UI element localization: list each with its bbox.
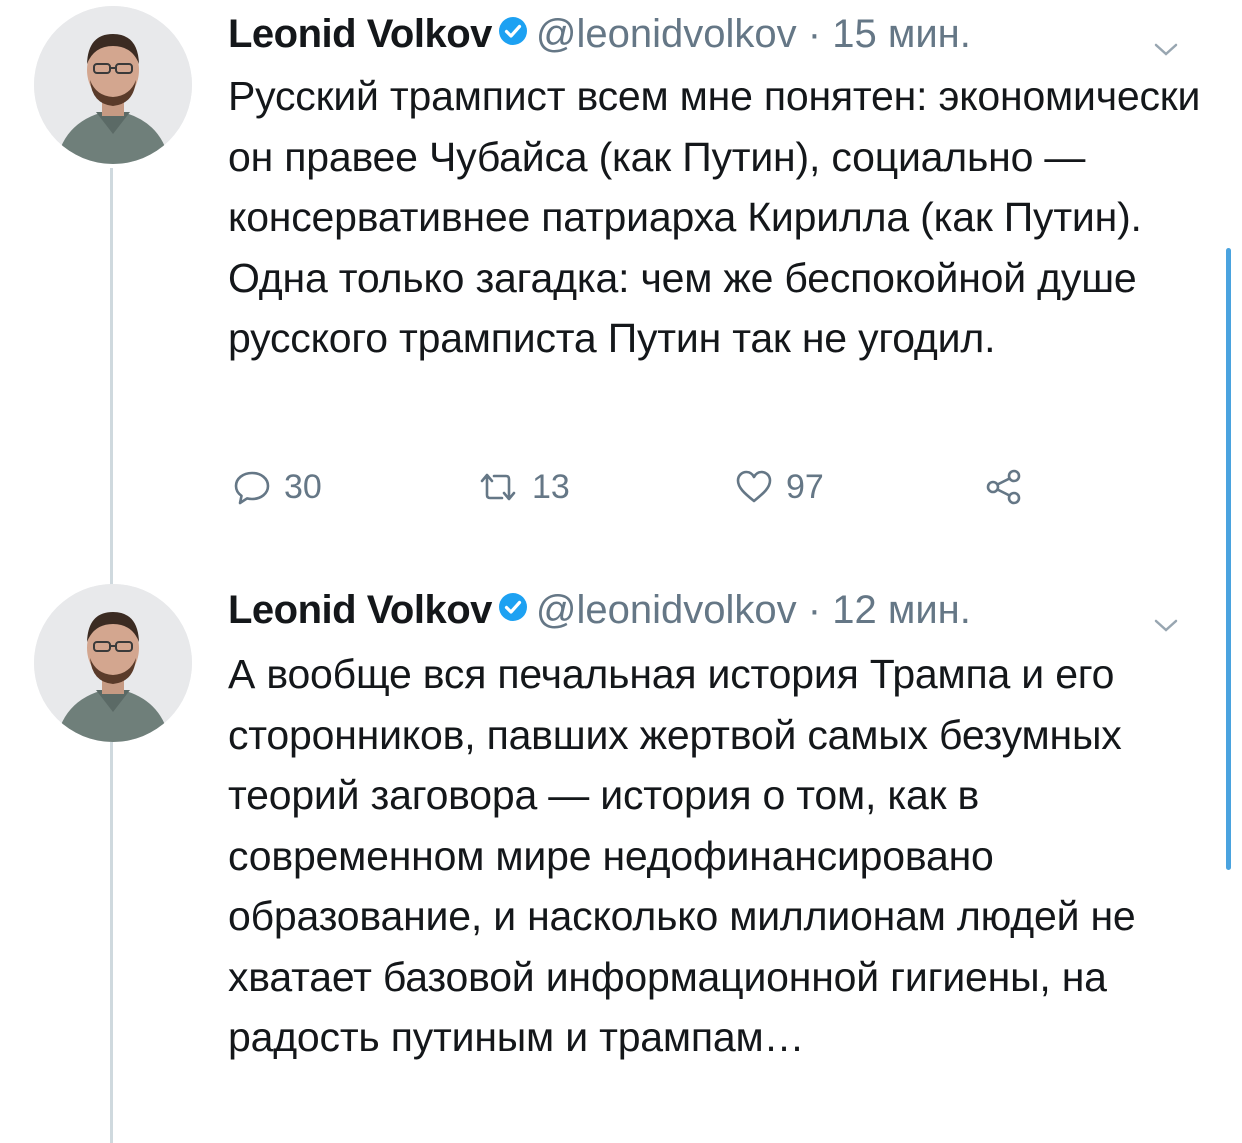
retweet-count: 13 [532,467,570,506]
verified-badge-icon [498,5,528,61]
avatar-photo-icon [34,584,192,742]
retweet-icon [476,467,520,507]
author-avatar[interactable] [34,6,192,164]
author-handle[interactable]: @leonidvolkov [536,12,797,56]
tweet[interactable]: Leonid Volkov @leonidvolkov · 12 мин. А … [0,580,1242,1143]
tweet-timestamp[interactable]: 12 мин. [832,588,971,632]
avatar-photo-icon [34,6,192,164]
tweet-text: А вообще вся печальная история Трампа и … [228,651,1136,1060]
share-button[interactable] [984,462,1024,512]
author-name[interactable]: Leonid Volkov [228,588,492,632]
tweet-text: Русский трампист всем мне понятен: эконо… [228,73,1201,361]
tweet-timestamp[interactable]: 15 мин. [832,12,971,56]
share-icon [984,467,1024,507]
heart-icon [734,467,774,507]
header-separator: · [807,12,822,56]
like-button[interactable]: 97 [734,462,824,512]
like-count: 97 [786,467,824,506]
tweet-header: Leonid Volkov @leonidvolkov · 15 мин. [228,6,1188,62]
header-separator: · [807,588,822,632]
author-name[interactable]: Leonid Volkov [228,12,492,56]
tweet-header: Leonid Volkov @leonidvolkov · 12 мин. [228,582,1188,638]
reply-button[interactable]: 30 [232,462,322,512]
author-avatar[interactable] [34,584,192,742]
tweet[interactable]: Leonid Volkov @leonidvolkov · 15 мин. Ру… [0,0,1242,540]
author-handle[interactable]: @leonidvolkov [536,588,797,632]
tweet-actions: 30 13 97 [228,462,1048,512]
chevron-down-icon[interactable] [1153,594,1179,650]
reply-icon [232,467,272,507]
verified-badge-icon [498,581,528,637]
reply-count: 30 [284,467,322,506]
retweet-button[interactable]: 13 [476,462,570,512]
